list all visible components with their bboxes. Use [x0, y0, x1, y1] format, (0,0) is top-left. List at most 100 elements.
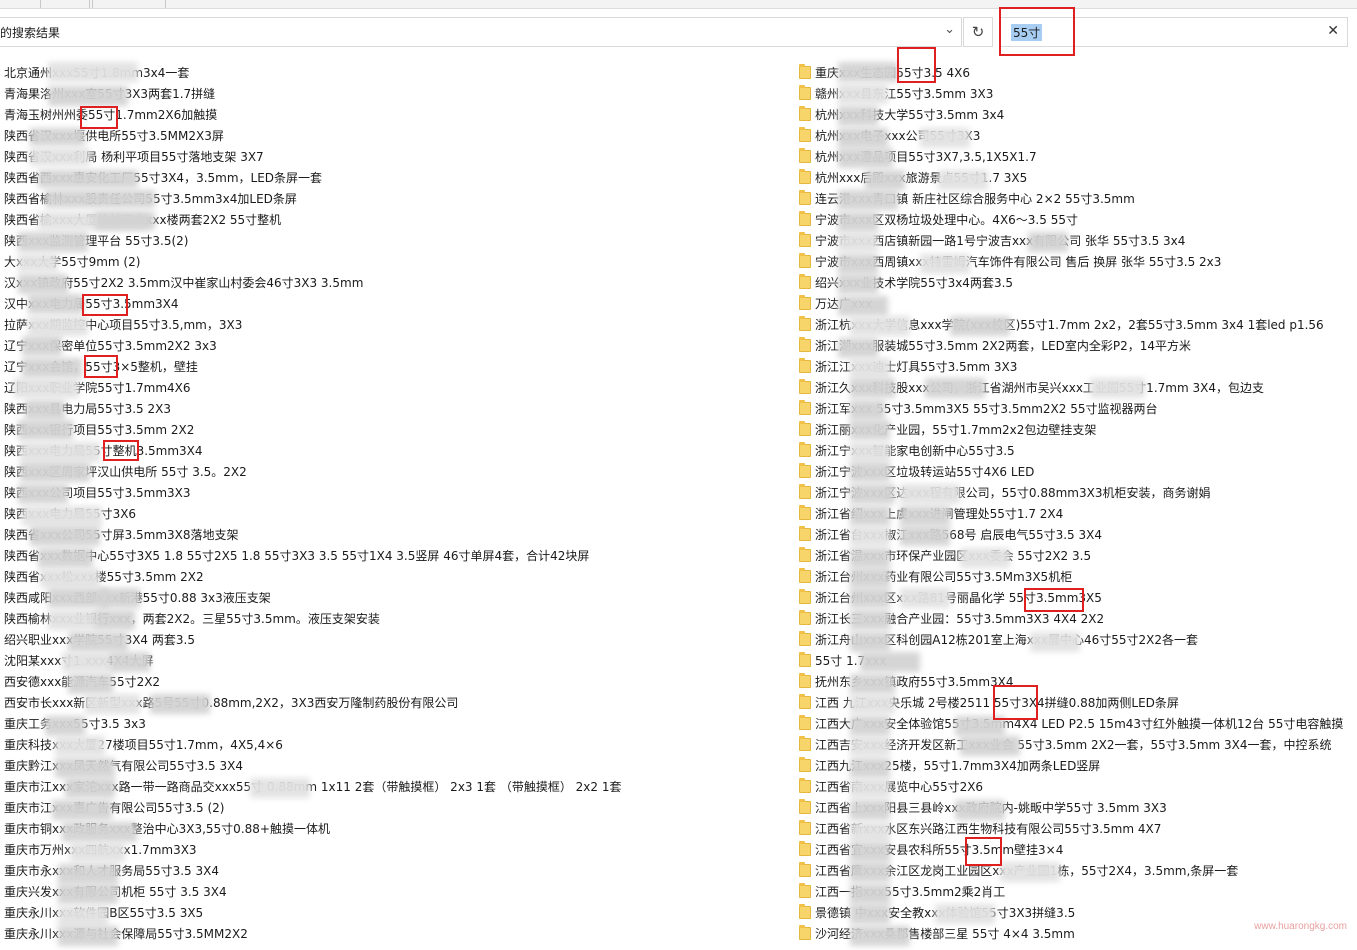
folder-icon [799, 274, 811, 289]
refresh-button[interactable]: ↻ [963, 17, 993, 47]
folder-icon [799, 463, 811, 478]
redaction-patch [70, 842, 125, 862]
redaction-patch [850, 884, 890, 904]
redaction-patch [52, 800, 112, 820]
redaction-patch [38, 548, 93, 568]
folder-icon [799, 547, 811, 562]
redaction-patch [25, 400, 65, 420]
redaction-patch [18, 254, 58, 272]
redaction-patch [925, 378, 985, 398]
redaction-patch [1030, 632, 1080, 652]
item-label: 重庆市铜xxx政服务xxx整治中心3X3,55寸0.88+触摸一体机 [4, 822, 330, 836]
folder-icon [799, 652, 811, 667]
redaction-patch [22, 358, 82, 378]
folder-icon [799, 400, 811, 415]
redaction-patch [920, 254, 970, 274]
folder-icon [799, 820, 811, 835]
chevron-down-icon[interactable]: ⌄ [944, 22, 955, 37]
redaction-patch [30, 526, 100, 546]
redaction-patch [18, 420, 73, 440]
item-label: 浙江宁xxx智能家电创新中心55寸3.5 [815, 444, 1015, 458]
folder-icon [799, 715, 811, 730]
redaction-patch [95, 212, 155, 230]
redaction-patch [850, 506, 890, 526]
redaction-patch [850, 484, 895, 504]
redaction-patch [860, 652, 920, 672]
redaction-patch [850, 632, 890, 652]
folder-icon [799, 316, 811, 331]
redaction-patch [85, 694, 140, 714]
redaction-patch [850, 758, 890, 778]
folder-icon [799, 64, 811, 79]
folder-icon [799, 85, 811, 100]
item-label: 青海玉树州州委55寸1.7mm2X6加触摸 [4, 108, 218, 122]
redaction-patch [1028, 232, 1068, 252]
redaction-patch [62, 822, 137, 842]
redaction-patch [20, 442, 100, 462]
address-text: 的搜索结果 [0, 26, 61, 40]
redaction-patch [18, 484, 68, 504]
folder-icon [799, 169, 811, 184]
redaction-patch [838, 338, 878, 358]
redaction-patch [18, 274, 68, 294]
redaction-patch [850, 716, 890, 736]
redaction-patch [838, 106, 878, 126]
folder-icon [799, 253, 811, 268]
folder-icon [799, 232, 811, 247]
redaction-patch [65, 778, 115, 798]
redaction-patch [850, 822, 890, 842]
item-label: 江西省南xxx展览中心55寸2X6 [815, 780, 984, 794]
redaction-patch [850, 800, 890, 820]
close-icon[interactable]: ✕ [1327, 23, 1339, 39]
redaction-patch [850, 442, 890, 462]
redaction-patch [920, 128, 970, 148]
redaction-patch [960, 548, 1010, 568]
redaction-patch [955, 716, 1005, 736]
folder-icon [799, 295, 811, 310]
redaction-patch [838, 232, 878, 252]
item-label: 重庆市江xxx惠广告有限公司55寸3.5 (2) [4, 801, 225, 815]
redaction-patch [850, 358, 890, 378]
redaction-patch [935, 904, 995, 924]
redaction-patch [22, 506, 102, 526]
redaction-patch [48, 62, 138, 82]
search-box[interactable]: 55寸 ✕ [1000, 17, 1348, 47]
redaction-patch [100, 588, 140, 608]
folder-icon [799, 421, 811, 436]
folder-icon [799, 778, 811, 793]
folder-icon [799, 694, 811, 709]
item-label: 陕西省xxx松xxx楼55寸3.5mm 2X2 [4, 570, 204, 584]
search-input[interactable]: 55寸 [1011, 24, 1043, 41]
tab-picture-tools[interactable] [92, 0, 166, 8]
redaction-patch [850, 568, 890, 588]
folder-icon [799, 190, 811, 205]
redaction-patch [838, 296, 888, 316]
redaction-patch [960, 736, 1020, 756]
redaction-patch [45, 190, 155, 208]
redaction-patch [850, 842, 890, 862]
folder-icon [799, 757, 811, 772]
folder-icon [799, 841, 811, 856]
redaction-patch [1000, 862, 1060, 882]
redaction-patch [58, 926, 118, 946]
folder-icon [799, 589, 811, 604]
redaction-patch [38, 170, 138, 188]
redaction-patch [850, 926, 910, 946]
redaction-patch [950, 316, 1010, 336]
address-bar[interactable]: 的搜索结果 ⌄ [0, 17, 962, 47]
item-label: 西安市长xxx新区新型xxx路5号55寸0.88mm,2X2，3X3西安万隆制药… [4, 696, 459, 710]
item-label: 抚州东乡xxx镇政府55寸3.5mm3X4 [815, 675, 1014, 689]
redaction-patch [30, 148, 90, 166]
redaction-patch [45, 716, 85, 736]
folder-icon [799, 526, 811, 541]
redaction-patch [28, 316, 88, 336]
redaction-patch [30, 128, 85, 146]
folder-icon [799, 883, 811, 898]
tab-search[interactable] [40, 0, 90, 8]
ribbon-tab-strip [0, 0, 1357, 9]
item-label: 浙江江xxx迪士灯具55寸3.5mm 3X3 [815, 360, 1018, 374]
folder-icon [799, 904, 811, 919]
redaction-patch [938, 170, 988, 190]
item-label: 重庆黔江xxx凤天然气有限公司55寸3.5 3X4 [4, 759, 243, 773]
redaction-patch [900, 526, 950, 546]
